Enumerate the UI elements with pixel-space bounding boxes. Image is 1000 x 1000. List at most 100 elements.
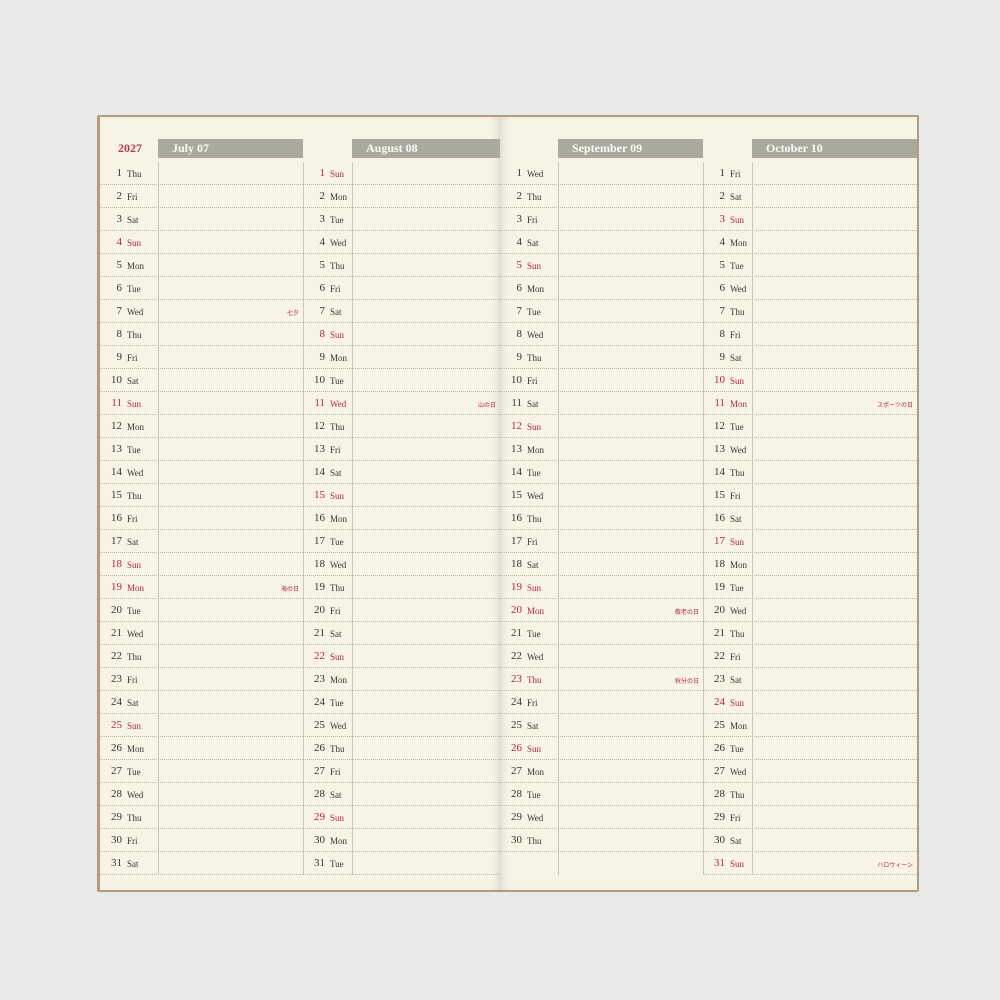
day-row[interactable]: 27 Mon xyxy=(500,760,703,783)
day-row[interactable]: 24 Fri xyxy=(500,691,703,714)
day-row[interactable]: 15 Wed xyxy=(500,484,703,507)
day-row[interactable]: 2 Sat xyxy=(703,185,917,208)
day-row[interactable]: 26 Sun xyxy=(500,737,703,760)
day-row[interactable]: 9 Fri xyxy=(100,346,303,369)
day-row[interactable]: 20 Mon 敬老の日 xyxy=(500,599,703,622)
day-row[interactable]: 3 Fri xyxy=(500,208,703,231)
day-row[interactable]: 5 Thu xyxy=(303,254,500,277)
day-row[interactable]: 3 Sat xyxy=(100,208,303,231)
day-row[interactable]: 22 Wed xyxy=(500,645,703,668)
day-row[interactable]: 7 Thu xyxy=(703,300,917,323)
day-row[interactable]: 12 Sun xyxy=(500,415,703,438)
day-row[interactable]: 21 Thu xyxy=(703,622,917,645)
day-row[interactable]: 14 Sat xyxy=(303,461,500,484)
day-row[interactable]: 8 Sun xyxy=(303,323,500,346)
day-row[interactable]: 23 Mon xyxy=(303,668,500,691)
day-row[interactable]: 17 Sun xyxy=(703,530,917,553)
day-row[interactable]: 7 Sat xyxy=(303,300,500,323)
day-row[interactable]: 25 Wed xyxy=(303,714,500,737)
day-row[interactable]: 13 Tue xyxy=(100,438,303,461)
day-row[interactable]: 24 Sat xyxy=(100,691,303,714)
day-row[interactable]: 10 Fri xyxy=(500,369,703,392)
day-row[interactable]: 4 Mon xyxy=(703,231,917,254)
day-row[interactable]: 14 Tue xyxy=(500,461,703,484)
day-row[interactable]: 22 Thu xyxy=(100,645,303,668)
day-row[interactable]: 15 Sun xyxy=(303,484,500,507)
day-row[interactable]: 2 Mon xyxy=(303,185,500,208)
day-row[interactable]: 22 Fri xyxy=(703,645,917,668)
day-row[interactable]: 8 Fri xyxy=(703,323,917,346)
day-row[interactable]: 2 Thu xyxy=(500,185,703,208)
day-row[interactable]: 14 Thu xyxy=(703,461,917,484)
day-row[interactable]: 23 Thu 秋分の日 xyxy=(500,668,703,691)
day-row[interactable]: 4 Sat xyxy=(500,231,703,254)
day-row[interactable]: 30 Fri xyxy=(100,829,303,852)
day-row[interactable]: 27 Fri xyxy=(303,760,500,783)
day-row[interactable]: 7 Wed 七夕 xyxy=(100,300,303,323)
day-row[interactable]: 13 Fri xyxy=(303,438,500,461)
day-row[interactable]: 7 Tue xyxy=(500,300,703,323)
day-row[interactable]: 27 Wed xyxy=(703,760,917,783)
day-row[interactable]: 6 Mon xyxy=(500,277,703,300)
day-row[interactable]: 4 Wed xyxy=(303,231,500,254)
day-row[interactable]: 1 Thu xyxy=(100,162,303,185)
day-row[interactable]: 25 Sun xyxy=(100,714,303,737)
day-row[interactable]: 1 Fri xyxy=(703,162,917,185)
day-row[interactable]: 12 Thu xyxy=(303,415,500,438)
day-row[interactable]: 26 Mon xyxy=(100,737,303,760)
day-row[interactable]: 31 Sun ハロウィーン xyxy=(703,852,917,875)
day-row[interactable]: 21 Tue xyxy=(500,622,703,645)
day-row[interactable]: 6 Fri xyxy=(303,277,500,300)
day-row[interactable]: 15 Thu xyxy=(100,484,303,507)
day-row[interactable]: 19 Thu xyxy=(303,576,500,599)
day-row[interactable]: 9 Mon xyxy=(303,346,500,369)
day-row[interactable]: 25 Sat xyxy=(500,714,703,737)
day-row[interactable]: 6 Wed xyxy=(703,277,917,300)
day-row[interactable]: 15 Fri xyxy=(703,484,917,507)
day-row[interactable]: 24 Tue xyxy=(303,691,500,714)
day-row[interactable]: 11 Wed 山の日 xyxy=(303,392,500,415)
day-row[interactable]: 10 Tue xyxy=(303,369,500,392)
day-row[interactable]: 29 Thu xyxy=(100,806,303,829)
day-row[interactable]: 16 Fri xyxy=(100,507,303,530)
day-row[interactable]: 28 Sat xyxy=(303,783,500,806)
day-row[interactable]: 16 Mon xyxy=(303,507,500,530)
day-row[interactable]: 18 Sat xyxy=(500,553,703,576)
day-row[interactable]: 25 Mon xyxy=(703,714,917,737)
day-row[interactable]: 1 Wed xyxy=(500,162,703,185)
day-row[interactable]: 8 Wed xyxy=(500,323,703,346)
day-row[interactable]: 14 Wed xyxy=(100,461,303,484)
day-row[interactable]: 29 Sun xyxy=(303,806,500,829)
day-row[interactable]: 26 Thu xyxy=(303,737,500,760)
day-row[interactable]: 30 Sat xyxy=(703,829,917,852)
day-row[interactable]: 13 Wed xyxy=(703,438,917,461)
day-row[interactable]: 30 Mon xyxy=(303,829,500,852)
day-row[interactable]: 11 Mon スポーツの日 xyxy=(703,392,917,415)
day-row[interactable]: 5 Tue xyxy=(703,254,917,277)
day-row[interactable]: 2 Fri xyxy=(100,185,303,208)
day-row[interactable]: 18 Mon xyxy=(703,553,917,576)
day-row[interactable]: 19 Tue xyxy=(703,576,917,599)
day-row[interactable]: 9 Sat xyxy=(703,346,917,369)
day-row[interactable]: 11 Sat xyxy=(500,392,703,415)
day-row[interactable]: 28 Thu xyxy=(703,783,917,806)
day-row[interactable]: 19 Mon 海の日 xyxy=(100,576,303,599)
day-row[interactable]: 4 Sun xyxy=(100,231,303,254)
day-row[interactable]: 21 Wed xyxy=(100,622,303,645)
day-row[interactable]: 19 Sun xyxy=(500,576,703,599)
day-row[interactable]: 17 Tue xyxy=(303,530,500,553)
day-row[interactable]: 22 Sun xyxy=(303,645,500,668)
day-row[interactable]: 1 Sun xyxy=(303,162,500,185)
day-row[interactable]: 3 Sun xyxy=(703,208,917,231)
day-row[interactable]: 31 Tue xyxy=(303,852,500,875)
day-row[interactable]: 31 Sat xyxy=(100,852,303,875)
day-row[interactable]: 6 Tue xyxy=(100,277,303,300)
day-row[interactable]: 30 Thu xyxy=(500,829,703,852)
day-row[interactable]: 23 Fri xyxy=(100,668,303,691)
day-row[interactable]: 17 Fri xyxy=(500,530,703,553)
day-row[interactable]: 5 Mon xyxy=(100,254,303,277)
day-row[interactable]: 28 Tue xyxy=(500,783,703,806)
day-row[interactable]: 16 Sat xyxy=(703,507,917,530)
day-row[interactable]: 3 Tue xyxy=(303,208,500,231)
day-row[interactable]: 12 Mon xyxy=(100,415,303,438)
